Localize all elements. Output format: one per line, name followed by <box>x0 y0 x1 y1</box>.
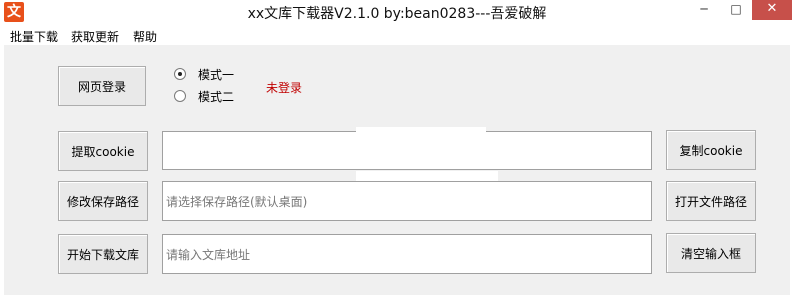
extract-cookie-button[interactable]: 提取cookie <box>58 131 148 171</box>
menu-get-update[interactable]: 获取更新 <box>71 28 119 45</box>
mode-one-option[interactable]: 模式一 <box>174 66 234 82</box>
copy-cookie-button[interactable]: 复制cookie <box>666 130 756 170</box>
save-path-field[interactable]: 请选择保存路径(默认桌面) <box>162 181 652 221</box>
doc-url-field[interactable]: 请输入文库地址 <box>162 234 652 274</box>
web-login-button[interactable]: 网页登录 <box>58 66 146 106</box>
change-save-path-button[interactable]: 修改保存路径 <box>58 181 148 221</box>
mode-one-radio[interactable] <box>174 68 186 80</box>
login-status: 未登录 <box>266 81 303 95</box>
maximize-button[interactable]: □ <box>722 0 750 20</box>
mode-one-label: 模式一 <box>198 67 235 82</box>
minimize-button[interactable]: ─ <box>690 0 718 20</box>
mode-two-option[interactable]: 模式二 <box>174 88 234 104</box>
clear-input-button[interactable]: 清空输入框 <box>666 233 756 273</box>
window-title: xx文库下载器V2.1.0 by:bean0283---吾爱破解 <box>247 6 547 22</box>
redaction-patch <box>356 171 498 181</box>
menu-bar: 批量下载 获取更新 帮助 <box>0 25 794 45</box>
close-button[interactable]: ✕ <box>752 0 792 20</box>
mode-two-radio[interactable] <box>174 90 186 102</box>
open-file-path-button[interactable]: 打开文件路径 <box>666 181 756 221</box>
redaction-patch <box>490 134 512 166</box>
menu-help[interactable]: 帮助 <box>133 28 157 45</box>
mode-two-label: 模式二 <box>198 89 235 104</box>
title-bar: 文 xx文库下载器V2.1.0 by:bean0283---吾爱破解 ─ □ ✕ <box>0 0 794 24</box>
menu-batch-download[interactable]: 批量下载 <box>10 28 58 45</box>
start-download-button[interactable]: 开始下载文库 <box>58 234 148 274</box>
redaction-patch <box>356 127 486 137</box>
